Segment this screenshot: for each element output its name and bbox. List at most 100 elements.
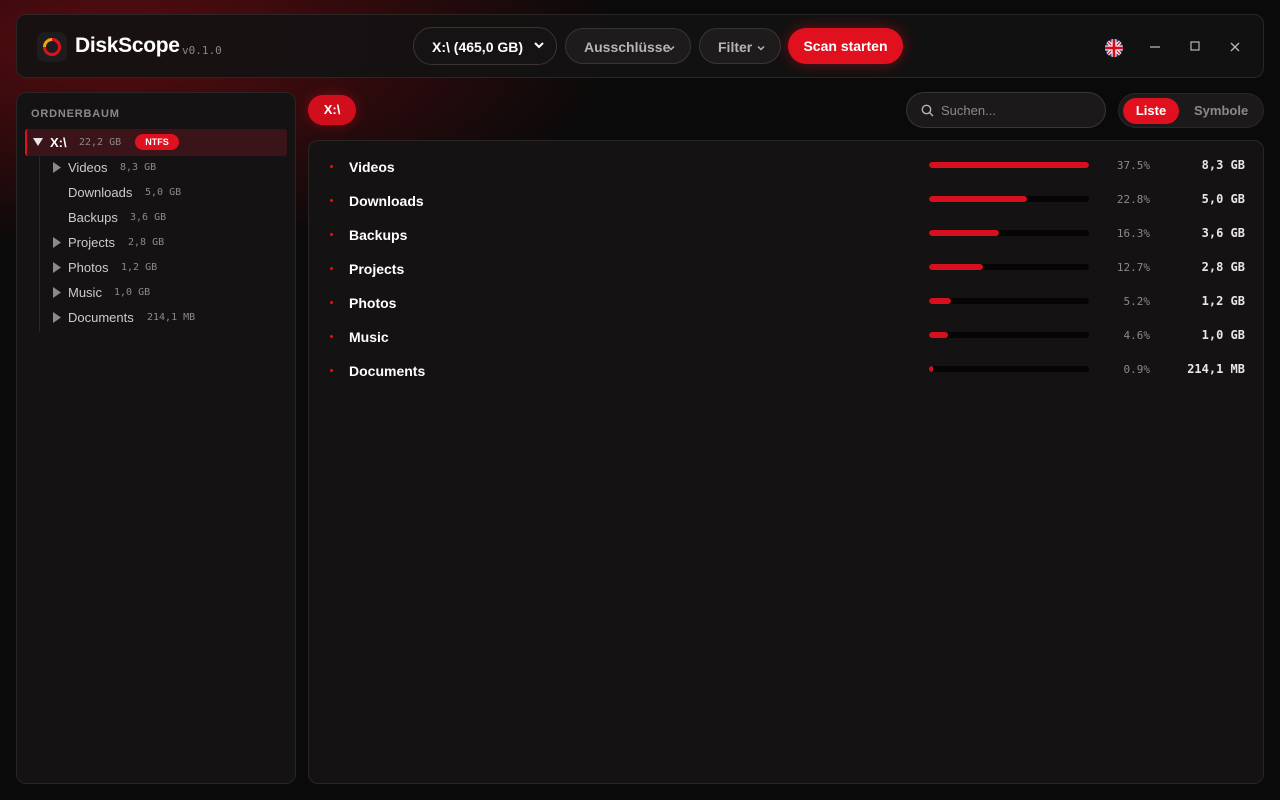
folder-size: 214,1 MB bbox=[1187, 362, 1245, 376]
list-item[interactable]: Backups 16.3% 3,6 GB bbox=[309, 222, 1263, 256]
bullet-dot bbox=[330, 335, 333, 338]
folder-tree-panel: ORDNERBAUM X:\ 22,2 GB NTFS Videos 8,3 G… bbox=[16, 92, 296, 784]
bullet-dot bbox=[330, 233, 333, 236]
app-version: v0.1.0 bbox=[182, 44, 222, 57]
caret-right-icon[interactable] bbox=[52, 162, 62, 173]
usage-bar-fill bbox=[929, 230, 1000, 236]
folder-size: 5,0 GB bbox=[1201, 192, 1245, 206]
drive-select-label: X:\ (465,0 GB) bbox=[432, 39, 524, 55]
caret-down-icon[interactable] bbox=[33, 137, 43, 147]
usage-percent: 12.7% bbox=[1116, 261, 1150, 274]
bullet-dot bbox=[330, 199, 333, 202]
tree-item-backups[interactable]: Backups 3,6 GB bbox=[52, 207, 282, 229]
list-item[interactable]: Photos 5.2% 1,2 GB bbox=[309, 290, 1263, 324]
filesystem-badge: NTFS bbox=[135, 134, 179, 150]
tree-item-size: 1,0 GB bbox=[114, 287, 151, 298]
tree-item-photos[interactable]: Photos 1,2 GB bbox=[52, 257, 282, 279]
minimize-icon[interactable] bbox=[1145, 37, 1165, 57]
tree-item-label: Photos bbox=[68, 260, 109, 275]
language-flag-icon[interactable] bbox=[1105, 39, 1123, 57]
view-list-button[interactable]: Liste bbox=[1123, 98, 1179, 124]
usage-bar-fill bbox=[929, 264, 984, 270]
search-icon bbox=[921, 104, 934, 117]
usage-bar-fill bbox=[929, 332, 949, 338]
filter-label: Filter bbox=[718, 39, 753, 55]
usage-percent: 16.3% bbox=[1116, 227, 1150, 240]
app-title: DiskScope bbox=[75, 34, 180, 57]
usage-bar bbox=[929, 162, 1089, 168]
list-item[interactable]: Projects 12.7% 2,8 GB bbox=[309, 256, 1263, 290]
title-bar: DiskScope v0.1.0 X:\ (465,0 GB) Ausschlü… bbox=[16, 14, 1264, 78]
folder-name: Downloads bbox=[349, 193, 424, 209]
folder-tree-title: ORDNERBAUM bbox=[31, 108, 120, 120]
caret-right-icon[interactable] bbox=[52, 237, 62, 248]
folder-name: Videos bbox=[349, 159, 395, 175]
tree-item-label: Videos bbox=[68, 160, 108, 175]
list-item[interactable]: Videos 37.5% 8,3 GB bbox=[309, 154, 1263, 188]
usage-percent: 5.2% bbox=[1123, 295, 1151, 308]
search-input[interactable] bbox=[941, 101, 1091, 119]
folder-name: Documents bbox=[349, 363, 426, 379]
usage-bar bbox=[929, 298, 1089, 304]
usage-bar bbox=[929, 196, 1089, 202]
maximize-icon[interactable] bbox=[1185, 37, 1205, 57]
chevron-down-icon bbox=[667, 45, 675, 51]
tree-item-documents[interactable]: Documents 214,1 MB bbox=[52, 307, 282, 329]
usage-bar bbox=[929, 264, 1089, 270]
folder-size: 2,8 GB bbox=[1201, 260, 1245, 274]
list-item[interactable]: Downloads 22.8% 5,0 GB bbox=[309, 188, 1263, 222]
folder-name: Backups bbox=[349, 227, 408, 243]
usage-percent: 4.6% bbox=[1123, 329, 1151, 342]
tree-root-item[interactable]: X:\ 22,2 GB NTFS bbox=[25, 129, 287, 156]
folder-size: 1,2 GB bbox=[1201, 294, 1245, 308]
usage-bar bbox=[929, 366, 1089, 372]
tree-guide-line bbox=[39, 156, 40, 332]
folder-name: Photos bbox=[349, 295, 397, 311]
tree-item-size: 214,1 MB bbox=[147, 312, 196, 323]
tree-item-label: Downloads bbox=[68, 185, 133, 200]
view-toggle: Liste Symbole bbox=[1118, 93, 1264, 128]
exclusions-label: Ausschlüsse bbox=[584, 39, 671, 55]
view-icons-button[interactable]: Symbole bbox=[1194, 103, 1248, 118]
tree-item-size: 3,6 GB bbox=[130, 212, 167, 223]
filter-button[interactable]: Filter bbox=[699, 28, 781, 64]
usage-percent: 22.8% bbox=[1116, 193, 1150, 206]
drive-select[interactable]: X:\ (465,0 GB) bbox=[413, 27, 557, 65]
tree-item-videos[interactable]: Videos 8,3 GB bbox=[52, 157, 282, 179]
close-icon[interactable] bbox=[1225, 37, 1245, 57]
tree-root-size: 22,2 GB bbox=[79, 137, 122, 148]
list-item[interactable]: Music 4.6% 1,0 GB bbox=[309, 324, 1263, 358]
tree-item-label: Projects bbox=[68, 235, 115, 250]
bullet-dot bbox=[330, 369, 333, 372]
tree-item-label: Music bbox=[68, 285, 102, 300]
tree-item-size: 2,8 GB bbox=[128, 237, 165, 248]
tree-root-name: X:\ bbox=[50, 135, 67, 150]
usage-bar-fill bbox=[929, 196, 1027, 202]
folder-name: Projects bbox=[349, 261, 405, 277]
folder-size: 8,3 GB bbox=[1201, 158, 1245, 172]
caret-right-icon[interactable] bbox=[52, 312, 62, 323]
tree-item-size: 1,2 GB bbox=[121, 262, 158, 273]
tree-item-downloads[interactable]: Downloads 5,0 GB bbox=[52, 182, 282, 204]
app-logo-icon bbox=[37, 32, 67, 62]
list-item[interactable]: Documents 0.9% 214,1 MB bbox=[309, 358, 1263, 392]
tree-item-music[interactable]: Music 1,0 GB bbox=[52, 282, 282, 304]
tree-item-projects[interactable]: Projects 2,8 GB bbox=[52, 232, 282, 254]
search-box[interactable] bbox=[906, 92, 1106, 128]
usage-bar bbox=[929, 332, 1089, 338]
usage-percent: 0.9% bbox=[1123, 363, 1151, 376]
folder-name: Music bbox=[349, 329, 389, 345]
tree-item-label: Backups bbox=[68, 210, 118, 225]
caret-right-icon[interactable] bbox=[52, 287, 62, 298]
start-scan-button[interactable]: Scan starten bbox=[788, 28, 903, 64]
usage-percent: 37.5% bbox=[1116, 159, 1150, 172]
tree-item-size: 8,3 GB bbox=[120, 162, 157, 173]
folder-size: 1,0 GB bbox=[1201, 328, 1245, 342]
usage-bar-fill bbox=[929, 366, 933, 372]
bullet-dot bbox=[330, 267, 333, 270]
breadcrumb-drive[interactable]: X:\ bbox=[308, 95, 356, 125]
tree-item-label: Documents bbox=[68, 310, 134, 325]
chevron-down-icon bbox=[534, 42, 544, 49]
exclusions-button[interactable]: Ausschlüsse bbox=[565, 28, 691, 64]
caret-right-icon[interactable] bbox=[52, 262, 62, 273]
